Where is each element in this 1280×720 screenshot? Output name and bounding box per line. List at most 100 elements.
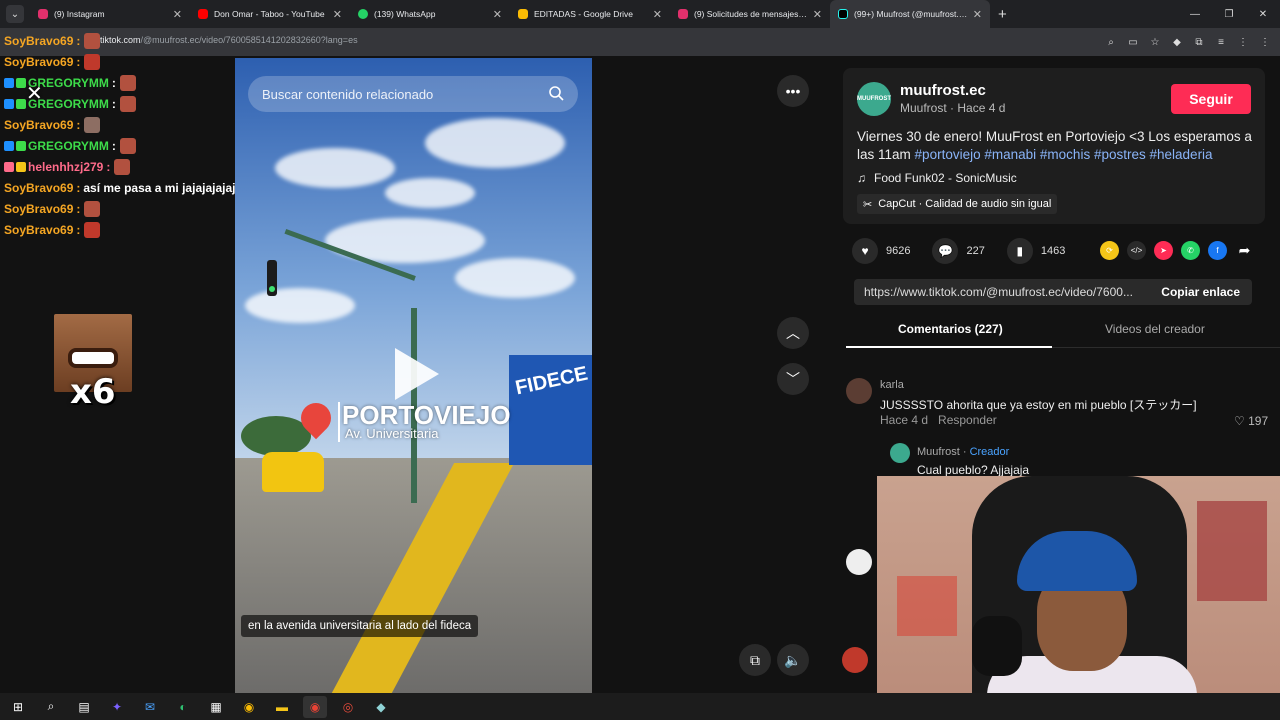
music-link[interactable]: ♫ Food Funk02 - SonicMusic bbox=[857, 171, 1017, 185]
outlook-icon[interactable]: ✉ bbox=[138, 696, 162, 718]
video-player[interactable]: FIDECE Buscar contenido relacionado PORT… bbox=[235, 58, 592, 693]
repost-icon[interactable]: ⟳ bbox=[1100, 241, 1119, 260]
copilot-icon[interactable]: ✦ bbox=[105, 696, 129, 718]
youtube-icon bbox=[198, 9, 208, 19]
post-card: MUUFROST muufrost.ec Muufrost · Hace 4 d… bbox=[843, 68, 1265, 224]
tab-youtube[interactable]: Don Omar - Taboo - YouTube ✕ bbox=[190, 0, 350, 28]
send-icon[interactable]: ➤ bbox=[1154, 241, 1173, 260]
pip-icon: ⧉ bbox=[750, 651, 760, 668]
tab-google-drive[interactable]: EDITADAS - Google Drive ✕ bbox=[510, 0, 670, 28]
zoom-icon[interactable]: ⌕ bbox=[1102, 33, 1120, 51]
tab-instagram-messages[interactable]: (9) Solicitudes de mensajes • M ✕ bbox=[670, 0, 830, 28]
commenter-name[interactable]: karla bbox=[880, 379, 904, 391]
chat-username: GREGORYMM bbox=[28, 138, 109, 153]
hashtag-link[interactable]: #mochis bbox=[1040, 147, 1090, 162]
traffic-light-icon bbox=[267, 260, 277, 296]
more-icon[interactable]: ⋮ bbox=[1256, 33, 1274, 51]
close-tab-icon[interactable]: ✕ bbox=[493, 8, 502, 21]
tab-search-button[interactable]: ⌄ bbox=[6, 5, 24, 23]
new-tab-button[interactable]: + bbox=[990, 6, 1015, 23]
store-icon[interactable]: ▦ bbox=[204, 696, 228, 718]
comment-button[interactable]: 💬 227 bbox=[932, 238, 985, 264]
commenter-avatar[interactable] bbox=[846, 378, 872, 404]
account-avatar[interactable]: MUUFROST bbox=[857, 82, 891, 116]
bookmark-star-icon[interactable]: ☆ bbox=[1146, 33, 1164, 51]
chrome-icon[interactable]: ◉ bbox=[237, 696, 261, 718]
task-view-icon[interactable]: ▤ bbox=[72, 696, 96, 718]
chrome-active-icon[interactable]: ◉ bbox=[303, 695, 327, 718]
chat-text: así me pasa a mi jajajajajajaja bbox=[83, 180, 253, 195]
share-arrow-icon[interactable]: ➦ bbox=[1235, 241, 1254, 260]
extension-icon[interactable]: ◆ bbox=[1168, 33, 1186, 51]
play-icon[interactable] bbox=[395, 348, 439, 400]
pip-button[interactable]: ⧉ bbox=[739, 644, 771, 676]
related-search-input[interactable]: Buscar contenido relacionado bbox=[248, 76, 578, 112]
close-tab-icon[interactable]: ✕ bbox=[813, 8, 822, 21]
copy-link-button[interactable]: Copiar enlace bbox=[1161, 285, 1252, 299]
user-avatar[interactable] bbox=[842, 647, 868, 673]
bookmark-icon: ▮ bbox=[1006, 238, 1033, 264]
file-explorer-icon[interactable]: ▬ bbox=[270, 696, 294, 718]
whatsapp-icon[interactable]: ✆ bbox=[1181, 241, 1200, 260]
tab-instagram[interactable]: (9) Instagram ✕ bbox=[30, 0, 190, 28]
close-icon[interactable]: ✕ bbox=[26, 81, 43, 106]
capcut-badge[interactable]: ✂ CapCut · Calidad de audio sin igual bbox=[857, 194, 1058, 214]
tab-whatsapp[interactable]: (139) WhatsApp ✕ bbox=[350, 0, 510, 28]
search-icon[interactable] bbox=[548, 85, 564, 101]
menu-icon[interactable]: ⋮ bbox=[1234, 33, 1252, 51]
chat-username: SoyBravo69 bbox=[4, 222, 74, 237]
creator-avatar[interactable] bbox=[890, 443, 910, 463]
hashtag-link[interactable]: #heladeria bbox=[1150, 147, 1213, 162]
heart-icon: ♥ bbox=[852, 238, 878, 264]
chat-username: SoyBravo69 bbox=[4, 54, 74, 69]
minimize-icon[interactable]: — bbox=[1178, 0, 1212, 28]
hashtag-link[interactable]: #manabi bbox=[984, 147, 1036, 162]
close-tab-icon[interactable]: ✕ bbox=[653, 8, 662, 21]
share-link-text[interactable]: https://www.tiktok.com/@muufrost.ec/vide… bbox=[854, 285, 1150, 299]
media-icon[interactable]: ≡ bbox=[1212, 33, 1230, 51]
comment-like-button[interactable]: ♡ 197 bbox=[1234, 414, 1268, 428]
reply-button[interactable]: Responder bbox=[938, 413, 997, 427]
start-icon[interactable]: ⊞ bbox=[6, 696, 30, 718]
like-button[interactable]: ♥ 9626 bbox=[852, 238, 910, 264]
hashtag-link[interactable]: #postres bbox=[1094, 147, 1146, 162]
facebook-icon[interactable]: f bbox=[1208, 241, 1227, 260]
next-video-button[interactable]: ﹀ bbox=[777, 363, 809, 395]
more-options-button[interactable]: ••• bbox=[777, 75, 809, 107]
chat-username: SoyBravo69 bbox=[4, 117, 74, 132]
account-name[interactable]: muufrost.ec bbox=[900, 82, 986, 99]
close-tab-icon[interactable]: ✕ bbox=[973, 8, 982, 21]
volume-button[interactable]: 🔈 bbox=[777, 644, 809, 676]
chat-message: helenhhzj279: bbox=[4, 156, 244, 177]
tab-tiktok[interactable]: (99+) Muufrost (@muufrost.ec) ✕ bbox=[830, 0, 990, 28]
restore-icon[interactable]: ❐ bbox=[1212, 0, 1246, 28]
address-bar-actions: ⌕ ▭ ☆ ◆ ⧉ ≡ ⋮ ⋮ bbox=[1102, 28, 1274, 56]
close-tab-icon[interactable]: ✕ bbox=[173, 8, 182, 21]
commenter-avatar[interactable] bbox=[846, 549, 872, 575]
close-tab-icon[interactable]: ✕ bbox=[333, 8, 342, 21]
music-title: Food Funk02 - SonicMusic bbox=[874, 171, 1017, 185]
tab-creator-videos[interactable]: Videos del creador bbox=[1105, 322, 1205, 336]
previous-video-button[interactable]: ︿ bbox=[777, 317, 809, 349]
follow-button[interactable]: Seguir bbox=[1171, 84, 1251, 114]
obs-icon[interactable]: ◎ bbox=[336, 696, 360, 718]
cast-icon[interactable]: ▭ bbox=[1124, 33, 1142, 51]
hashtag-link[interactable]: #portoviejo bbox=[915, 147, 981, 162]
close-window-icon[interactable]: ✕ bbox=[1246, 0, 1280, 28]
tab-comments[interactable]: Comentarios (227) bbox=[898, 322, 1003, 336]
embed-icon[interactable]: </> bbox=[1127, 241, 1146, 260]
instagram-icon bbox=[678, 9, 688, 19]
edge-icon[interactable]: ◐ bbox=[171, 696, 195, 718]
creator-badge: Creador bbox=[969, 446, 1010, 458]
emote-icon bbox=[119, 95, 136, 112]
search-icon[interactable]: ⌕ bbox=[39, 696, 63, 718]
chat-message: SoyBravo69: bbox=[4, 114, 244, 135]
save-button[interactable]: ▮ 1463 bbox=[1006, 238, 1065, 264]
puzzle-icon[interactable]: ⧉ bbox=[1190, 33, 1208, 51]
active-tab-indicator bbox=[846, 346, 1052, 348]
app-icon[interactable]: ◆ bbox=[369, 696, 393, 718]
reply-author-name[interactable]: Muufrost bbox=[917, 446, 960, 458]
emote-icon bbox=[114, 158, 131, 175]
chat-message: SoyBravo69: bbox=[4, 30, 244, 51]
location-subtitle: Av. Universitaria bbox=[345, 426, 439, 441]
